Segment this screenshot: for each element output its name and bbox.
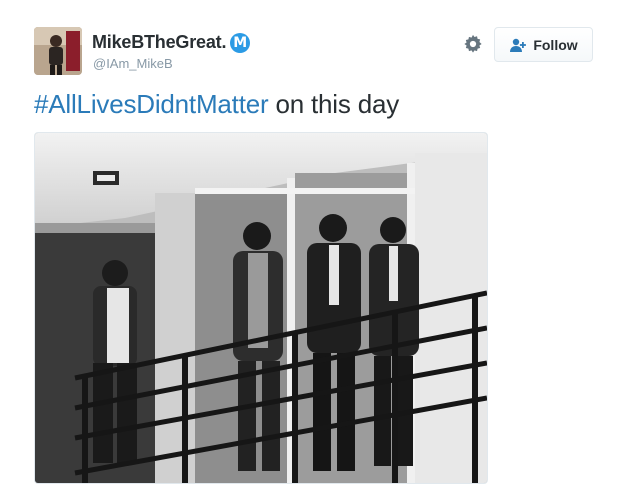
user-avatar[interactable] bbox=[34, 27, 82, 75]
hashtag-link[interactable]: #AllLivesDidntMatter bbox=[34, 89, 269, 119]
tweet-text: #AllLivesDidntMatter on this day bbox=[34, 89, 399, 120]
follow-button-label: Follow bbox=[533, 36, 578, 53]
gear-icon[interactable] bbox=[462, 33, 484, 55]
tweet-photo[interactable] bbox=[34, 132, 488, 484]
user-handle[interactable]: @IAm_MikeB bbox=[93, 56, 173, 71]
user-name-row: MikeBTheGreat. M bbox=[92, 32, 251, 53]
display-name[interactable]: MikeBTheGreat. bbox=[92, 32, 226, 53]
tweet-card: MikeBTheGreat. M @IAm_MikeB Follow #AllL… bbox=[0, 0, 618, 493]
add-user-icon bbox=[509, 38, 527, 52]
tweet-text-body: on this day bbox=[268, 89, 400, 119]
verified-badge-icon: M bbox=[230, 32, 251, 53]
follow-button[interactable]: Follow bbox=[494, 27, 593, 62]
